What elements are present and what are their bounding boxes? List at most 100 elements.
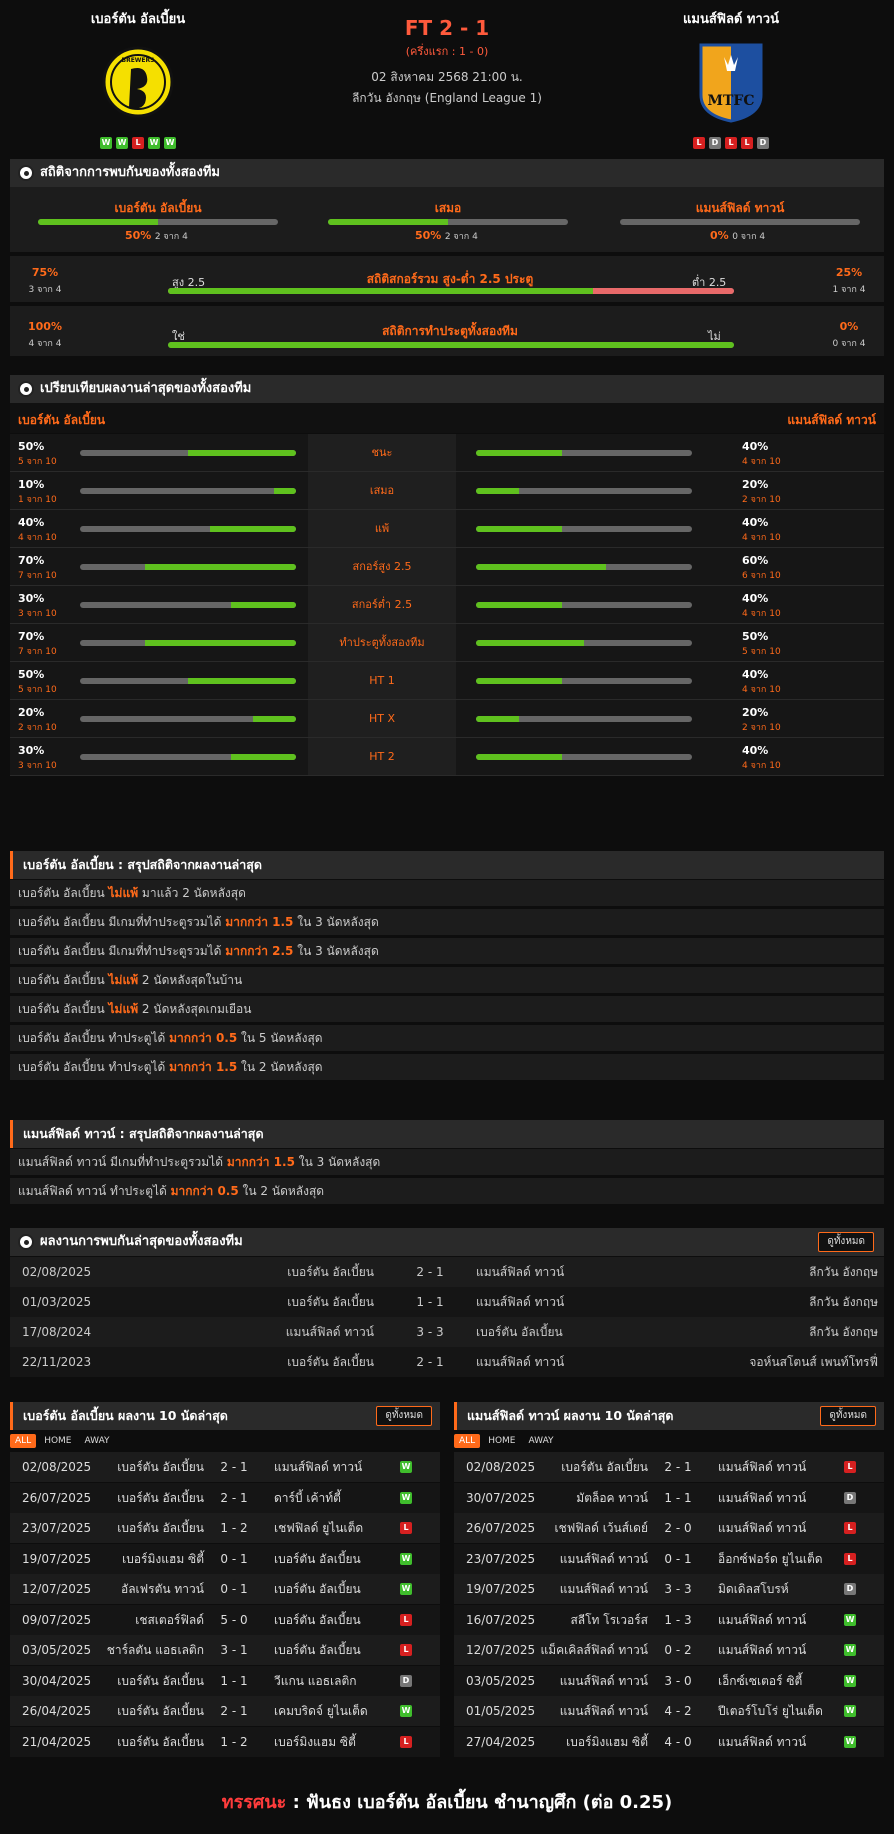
home-last10-view-all-button[interactable]: ดูทั้งหมด — [376, 1406, 432, 1426]
result-home-team[interactable]: อัลเฟรตัน ทาวน์ — [121, 1574, 204, 1604]
result-row[interactable]: 03/05/2025 ชาร์ลตัน แอธเลติก 3 - 1 เบอร์ตัน… — [10, 1635, 440, 1665]
result-away-team[interactable]: แมนส์ฟิลด์ ทาวน์ — [718, 1513, 806, 1543]
result-row[interactable]: 03/05/2025 แมนส์ฟิลด์ ทาวน์ 3 - 0 เอ็กซ์เซเ… — [454, 1665, 884, 1696]
result-home-team[interactable]: แมนส์ฟิลด์ ทาวน์ — [560, 1666, 648, 1696]
result-home-team[interactable]: เบอร์ตัน อัลเบี้ยน — [117, 1666, 204, 1696]
result-row[interactable]: 09/07/2025 เชสเตอร์ฟิลด์ 5 - 0 เบอร์ตัน อัล… — [10, 1604, 440, 1635]
h2h-home-team[interactable]: เบอร์ตัน อัลเบี้ยน — [287, 1287, 374, 1317]
result-away-team[interactable]: เอ็กซ์เซเตอร์ ซิตี้ — [718, 1666, 802, 1696]
result-away-team[interactable]: แมนส์ฟิลด์ ทาวน์ — [718, 1605, 806, 1635]
h2h-league[interactable]: ลีกวัน อังกฤษ — [809, 1317, 878, 1347]
tab-home[interactable]: HOME — [39, 1434, 76, 1448]
result-away-team[interactable]: เบอร์ตัน อัลเบี้ยน — [274, 1574, 361, 1604]
home-count: 7 จาก 10 — [18, 647, 57, 657]
h2h-home-team[interactable]: แมนส์ฟิลด์ ทาวน์ — [286, 1317, 374, 1347]
result-home-team[interactable]: เบอร์ตัน อัลเบี้ยน — [117, 1483, 204, 1513]
result-row[interactable]: 02/08/2025 เบอร์ตัน อัลเบี้ยน 2 - 1 แมนส์ฟิ… — [454, 1452, 884, 1482]
result-away-team[interactable]: เคมบริดจ์ ยูไนเต็ด — [274, 1696, 368, 1726]
result-away-team[interactable]: เบอร์มิงแฮม ซิตี้ — [274, 1727, 356, 1757]
result-home-team[interactable]: เชสเตอร์ฟิลด์ — [135, 1605, 204, 1635]
away-team-name[interactable]: แมนส์ฟิลด์ ทาวน์ — [626, 8, 836, 29]
result-away-team[interactable]: เชฟฟิลด์ ยูไนเต็ด — [274, 1513, 363, 1543]
result-row[interactable]: 27/04/2025 เบอร์มิงแฮม ซิตี้ 4 - 0 แมนส์ฟิล… — [454, 1726, 884, 1757]
result-away-team[interactable]: แมนส์ฟิลด์ ทาวน์ — [718, 1635, 806, 1665]
tab-away[interactable]: AWAY — [524, 1434, 559, 1448]
result-row[interactable]: 21/04/2025 เบอร์ตัน อัลเบี้ยน 1 - 2 เบอร์มิ… — [10, 1726, 440, 1757]
result-home-team[interactable]: สลีโท โรเวอร์ส — [570, 1605, 648, 1635]
tab-home[interactable]: HOME — [483, 1434, 520, 1448]
away-bar — [476, 602, 692, 608]
result-row[interactable]: 30/04/2025 เบอร์ตัน อัลเบี้ยน 1 - 1 วีแกน แ… — [10, 1665, 440, 1696]
h2h-away-team[interactable]: แมนส์ฟิลด์ ทาวน์ — [476, 1257, 564, 1287]
result-home-team[interactable]: แมนส์ฟิลด์ ทาวน์ — [560, 1544, 648, 1574]
away-team[interactable]: แมนส์ฟิลด์ ทาวน์ MTFC LDLLD — [626, 8, 836, 149]
result-row[interactable]: 23/07/2025 แมนส์ฟิลด์ ทาวน์ 0 - 1 อ็อกซ์ฟอร… — [454, 1543, 884, 1574]
result-home-team[interactable]: เบอร์ตัน อัลเบี้ยน — [561, 1452, 648, 1482]
h2h-row[interactable]: 01/03/2025 เบอร์ตัน อัลเบี้ยน 1 - 1 แมนส์ฟิ… — [10, 1287, 884, 1317]
result-away-team[interactable]: แมนส์ฟิลด์ ทาวน์ — [274, 1452, 362, 1482]
score-panel: FT 2 - 1 (ครึ่งแรก : 1 - 0) 02 สิงหาคม 2… — [300, 16, 594, 108]
result-home-team[interactable]: แมนส์ฟิลด์ ทาวน์ — [560, 1696, 648, 1726]
away-last10-view-all-button[interactable]: ดูทั้งหมด — [820, 1406, 876, 1426]
result-row[interactable]: 19/07/2025 เบอร์มิงแฮม ซิตี้ 0 - 1 เบอร์ตัน… — [10, 1543, 440, 1574]
result-home-team[interactable]: เบอร์ตัน อัลเบี้ยน — [117, 1513, 204, 1543]
h2h-league[interactable]: จอห์นสโตนส์ เพนท์โทรฟี่ — [749, 1347, 878, 1377]
home-team-name[interactable]: เบอร์ตัน อัลเบี้ยน — [33, 8, 243, 29]
home-team[interactable]: เบอร์ตัน อัลเบี้ยน BREWERS WWLWW — [33, 8, 243, 149]
result-row[interactable]: 12/07/2025 อัลเฟรตัน ทาวน์ 0 - 1 เบอร์ตัน อ… — [10, 1574, 440, 1604]
result-row[interactable]: 12/07/2025 แม็คเคิลส์ฟิลด์ ทาวน์ 0 - 2 แมนส… — [454, 1635, 884, 1665]
result-away-team[interactable]: ปีเตอร์โบโร่ ยูไนเต็ด — [718, 1696, 823, 1726]
result-row[interactable]: 26/07/2025 เชฟฟิลด์ เว้นส์เดย์ 2 - 0 แมนส์ฟ… — [454, 1513, 884, 1543]
result-row[interactable]: 23/07/2025 เบอร์ตัน อัลเบี้ยน 1 - 2 เชฟฟิลด… — [10, 1513, 440, 1543]
result-away-team[interactable]: เบอร์ตัน อัลเบี้ยน — [274, 1544, 361, 1574]
compare-away-name[interactable]: แมนส์ฟิลด์ ทาวน์ — [787, 411, 876, 430]
tab-away[interactable]: AWAY — [80, 1434, 115, 1448]
result-home-team[interactable]: เชฟฟิลด์ เว้นส์เดย์ — [555, 1513, 649, 1543]
result-home-team[interactable]: เบอร์ตัน อัลเบี้ยน — [117, 1452, 204, 1482]
h2h-row[interactable]: 17/08/2024 แมนส์ฟิลด์ ทาวน์ 3 - 3 เบอร์ตัน … — [10, 1317, 884, 1347]
tab-all[interactable]: ALL — [10, 1434, 37, 1448]
match-league[interactable]: ลีกวัน อังกฤษ (England League 1) — [300, 89, 594, 108]
h2h-away-team[interactable]: แมนส์ฟิลด์ ทาวน์ — [476, 1287, 564, 1317]
result-away-team[interactable]: มิดเดิลสโบรห์ — [718, 1574, 789, 1604]
result-home-team[interactable]: เบอร์มิงแฮม ซิตี้ — [122, 1544, 204, 1574]
h2h-away-team[interactable]: เบอร์ตัน อัลเบี้ยน — [476, 1317, 563, 1347]
h2h-home-team[interactable]: เบอร์ตัน อัลเบี้ยน — [287, 1257, 374, 1287]
away-pct: 40% — [742, 440, 769, 453]
h2h-away-team[interactable]: แมนส์ฟิลด์ ทาวน์ — [476, 1347, 564, 1377]
result-row[interactable]: 26/04/2025 เบอร์ตัน อัลเบี้ยน 2 - 1 เคมบริด… — [10, 1696, 440, 1726]
result-home-team[interactable]: เบอร์ตัน อัลเบี้ยน — [117, 1727, 204, 1757]
result-home-team[interactable]: เบอร์ตัน อัลเบี้ยน — [117, 1696, 204, 1726]
result-away-team[interactable]: แมนส์ฟิลด์ ทาวน์ — [718, 1452, 806, 1482]
result-row[interactable]: 02/08/2025 เบอร์ตัน อัลเบี้ยน 2 - 1 แมนส์ฟิ… — [10, 1452, 440, 1482]
result-row[interactable]: 26/07/2025 เบอร์ตัน อัลเบี้ยน 2 - 1 ดาร์บี้… — [10, 1482, 440, 1513]
result-away-team[interactable]: เบอร์ตัน อัลเบี้ยน — [274, 1635, 361, 1665]
h2h-view-all-button[interactable]: ดูทั้งหมด — [818, 1232, 874, 1252]
h2h-league[interactable]: ลีกวัน อังกฤษ — [809, 1287, 878, 1317]
result-away-team[interactable]: วีแกน แอธเลติก — [274, 1666, 357, 1696]
result-home-team[interactable]: แมนส์ฟิลด์ ทาวน์ — [560, 1574, 648, 1604]
result-away-team[interactable]: แมนส์ฟิลด์ ทาวน์ — [718, 1483, 806, 1513]
h2h-league[interactable]: ลีกวัน อังกฤษ — [809, 1257, 878, 1287]
result-date: 23/07/2025 — [22, 1521, 92, 1535]
result-away-team[interactable]: เบอร์ตัน อัลเบี้ยน — [274, 1605, 361, 1635]
result-away-team[interactable]: ดาร์บี้ เค้าท์ตี้ — [274, 1483, 341, 1513]
result-home-team[interactable]: มัตล็อค ทาวน์ — [576, 1483, 648, 1513]
h2h-row[interactable]: 22/11/2023 เบอร์ตัน อัลเบี้ยน 2 - 1 แมนส์ฟิ… — [10, 1347, 884, 1377]
h2h-away-bar — [620, 219, 860, 225]
full-time-score: FT 2 - 1 — [404, 16, 490, 40]
result-away-team[interactable]: แมนส์ฟิลด์ ทาวน์ — [718, 1727, 806, 1757]
result-row[interactable]: 16/07/2025 สลีโท โรเวอร์ส 1 - 3 แมนส์ฟิลด์ … — [454, 1604, 884, 1635]
result-row[interactable]: 01/05/2025 แมนส์ฟิลด์ ทาวน์ 4 - 2 ปีเตอร์โบ… — [454, 1696, 884, 1726]
result-home-team[interactable]: แม็คเคิลส์ฟิลด์ ทาวน์ — [540, 1635, 648, 1665]
result-row[interactable]: 19/07/2025 แมนส์ฟิลด์ ทาวน์ 3 - 3 มิดเดิลสโ… — [454, 1574, 884, 1604]
result-row[interactable]: 30/07/2025 มัตล็อค ทาวน์ 1 - 1 แมนส์ฟิลด์ ท… — [454, 1482, 884, 1513]
compare-home-name[interactable]: เบอร์ตัน อัลเบี้ยน — [18, 411, 105, 430]
result-home-team[interactable]: ชาร์ลตัน แอธเลติก — [107, 1635, 204, 1665]
result-away-team[interactable]: อ็อกซ์ฟอร์ด ยูไนเต็ด — [718, 1544, 823, 1574]
h2h-home-team[interactable]: เบอร์ตัน อัลเบี้ยน — [287, 1347, 374, 1377]
tab-all[interactable]: ALL — [454, 1434, 481, 1448]
summary-row: เบอร์ตัน อัลเบี้ยน ไม่แพ้ มาแล้ว 2 นัดหล… — [10, 880, 884, 906]
h2h-row[interactable]: 02/08/2025 เบอร์ตัน อัลเบี้ยน 2 - 1 แมนส์ฟิ… — [10, 1257, 884, 1287]
result-home-team[interactable]: เบอร์มิงแฮม ซิตี้ — [566, 1727, 648, 1757]
